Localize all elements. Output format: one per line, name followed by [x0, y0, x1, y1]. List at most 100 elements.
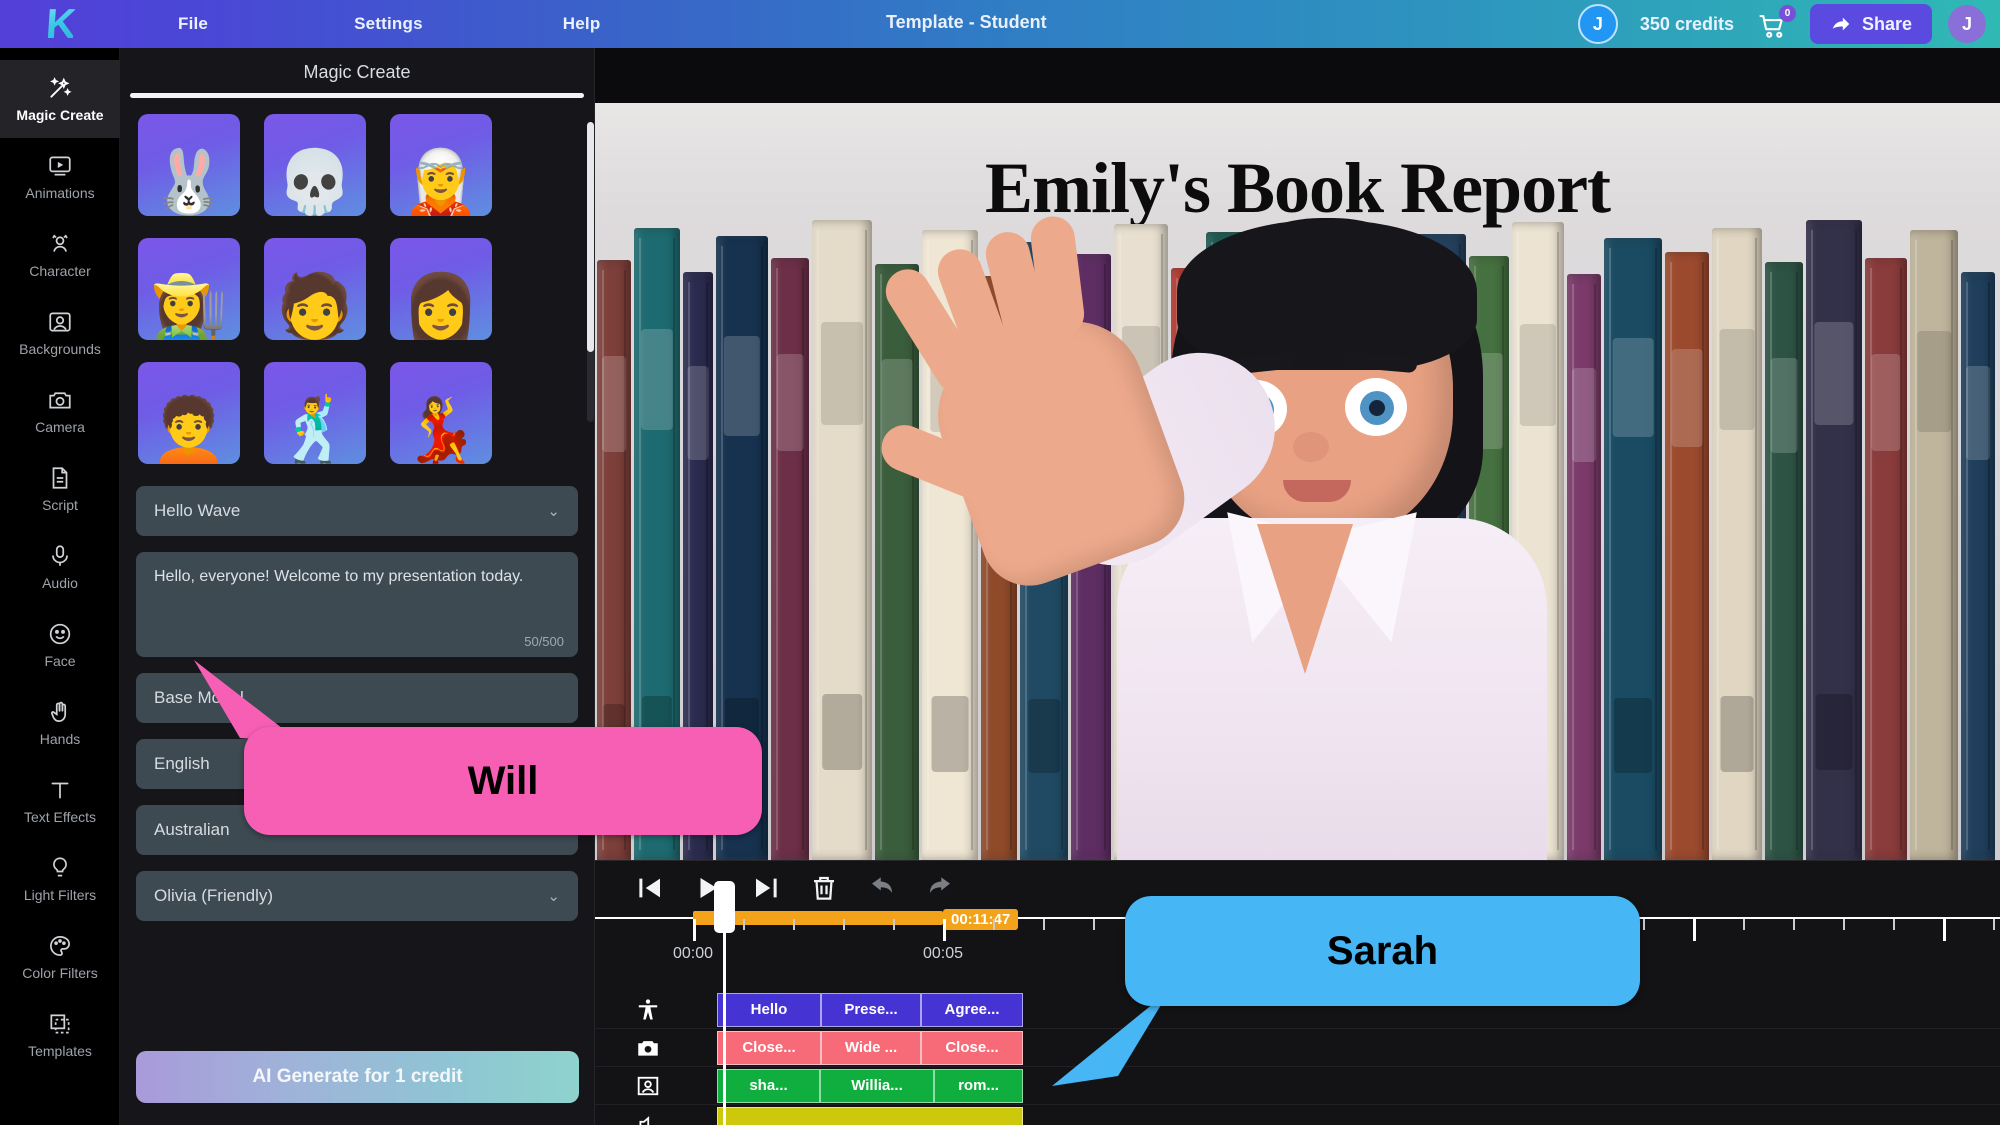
templates-icon	[50, 1014, 70, 1034]
sidebar-item-templates[interactable]: Templates	[0, 996, 120, 1074]
preview-stage: Emily's Book Report	[595, 48, 2000, 860]
sidebar-item-label: Light Filters	[23, 887, 97, 903]
thumbnail-scrollbar-thumb[interactable]	[587, 122, 594, 352]
thumb-elf-waving[interactable]: 🧝	[390, 114, 492, 216]
sidebar-item-label: Face	[44, 653, 76, 669]
camera-icon	[49, 392, 71, 409]
menu-settings[interactable]: Settings	[340, 8, 437, 40]
thumb-man-arms-crossed[interactable]: 🧑	[264, 238, 366, 340]
redo-button[interactable]	[925, 873, 955, 903]
app-header: K File Settings Help Template - Student …	[0, 0, 2000, 48]
skip-to-start-button[interactable]	[635, 873, 665, 903]
thumb-man-green[interactable]: 🕺	[264, 362, 366, 464]
avatar-character[interactable]	[874, 188, 1645, 860]
sidebar-item-camera[interactable]: Camera	[0, 372, 120, 450]
sidebar-item-label: Color Filters	[22, 965, 98, 981]
profile-avatar[interactable]: J	[1948, 5, 1986, 43]
panel-divider	[130, 93, 584, 98]
redo-arrow-icon	[930, 877, 950, 893]
sidebar-item-magic-create[interactable]: Magic Create	[0, 60, 120, 138]
thumb-woman-dancing[interactable]: 💃	[390, 362, 492, 464]
sidebar-item-label: Text Effects	[23, 809, 97, 825]
chevron-down-icon: ⌄	[547, 888, 560, 905]
thumb-figure: 💃	[402, 396, 480, 464]
menu-file[interactable]: File	[164, 8, 222, 40]
thumb-skeleton[interactable]: 💀	[264, 114, 366, 216]
skip-to-end-button[interactable]	[751, 873, 781, 903]
clip-item[interactable]: sha...	[717, 1068, 820, 1103]
sidebar-item-character[interactable]: Character	[0, 216, 120, 294]
clip-item[interactable]: Close...	[921, 1030, 1023, 1065]
clip-item[interactable]: Close...	[717, 1030, 821, 1065]
account-avatar[interactable]: J	[1577, 4, 1618, 44]
playhead[interactable]	[714, 881, 735, 1125]
clip-item[interactable]	[717, 1106, 1023, 1125]
clip-lane[interactable]: sha... Willia... rom...	[701, 1068, 2000, 1103]
header-right-group: J 350 credits 0 Share J	[1577, 0, 2000, 48]
playhead-handle[interactable]	[714, 881, 735, 933]
timeline-tracks: Hello Prese... Agree... Close... Wide ..…	[595, 991, 2000, 1125]
slide-preview[interactable]: Emily's Book Report	[595, 103, 2000, 860]
sidebar-item-animations[interactable]: Animations	[0, 138, 120, 216]
magic-wand-icon	[50, 77, 72, 98]
share-button-label: Share	[1861, 13, 1912, 34]
image-frame-icon	[49, 312, 71, 332]
sidebar-item-label: Character	[29, 263, 91, 279]
undo-arrow-icon	[872, 877, 892, 893]
camera-icon	[595, 1029, 701, 1067]
hand-icon	[51, 701, 67, 722]
left-tool-rail: Magic Create Animations Character Backgr…	[0, 48, 120, 1125]
sidebar-item-text-effects[interactable]: Text Effects	[0, 762, 120, 840]
clip-item[interactable]: Agree...	[921, 992, 1023, 1027]
clip-item[interactable]: Prese...	[821, 992, 921, 1027]
sidebar-item-color-filters[interactable]: Color Filters	[0, 918, 120, 996]
app-logo[interactable]: K	[0, 0, 120, 48]
thumb-bunny-costume[interactable]: 🐰	[138, 114, 240, 216]
avatar-nose	[1293, 432, 1329, 462]
script-input-value: Hello, everyone! Welcome to my presentat…	[154, 568, 524, 585]
menu-help[interactable]: Help	[549, 8, 615, 40]
accent-select-value: Australian	[154, 820, 230, 839]
thumbnail-grid: 🐰 💀 🧝 👩‍🌾 🧑 👩 🧑‍🦱 🕺 💃	[124, 114, 594, 464]
sidebar-item-audio[interactable]: Audio	[0, 528, 120, 606]
lightbulb-icon	[53, 857, 67, 877]
document-icon	[52, 467, 68, 489]
sidebar-item-label: Audio	[42, 575, 78, 591]
track-camera: Close... Wide ... Close...	[595, 1029, 2000, 1067]
document-title[interactable]: Template - Student	[886, 12, 1047, 33]
arrow-pointer-icon	[1052, 990, 1170, 1086]
thumb-straw-hat[interactable]: 👩‍🌾	[138, 238, 240, 340]
sidebar-item-script[interactable]: Script	[0, 450, 120, 528]
thumb-man-red[interactable]: 🧑‍🦱	[138, 362, 240, 464]
undo-button[interactable]	[867, 873, 897, 903]
sidebar-item-backgrounds[interactable]: Backgrounds	[0, 294, 120, 372]
callout-sarah: Sarah	[1125, 896, 1640, 1006]
account-avatar-initial: J	[1592, 13, 1603, 34]
clip-lane[interactable]	[701, 1106, 2000, 1125]
ruler-tick-label: 00:00	[672, 945, 714, 962]
clip-lane[interactable]: Close... Wide ... Close...	[701, 1030, 2000, 1065]
clip-item[interactable]: rom...	[934, 1068, 1023, 1103]
clip-item[interactable]: Hello	[717, 992, 821, 1027]
animation-select[interactable]: Hello Wave ⌄	[136, 486, 578, 536]
avatar-hair-front	[1177, 220, 1477, 370]
delete-button[interactable]	[809, 873, 839, 903]
avatar-eye-right	[1345, 378, 1407, 436]
cart-button[interactable]: 0	[1758, 5, 1796, 41]
callout-sarah-arrow	[1052, 990, 1182, 1100]
profile-avatar-initial: J	[1961, 13, 1972, 34]
sidebar-item-light-filters[interactable]: Light Filters	[0, 840, 120, 918]
sidebar-item-hands[interactable]: Hands	[0, 684, 120, 762]
sidebar-item-face[interactable]: Face	[0, 606, 120, 684]
thumb-figure: 🧑‍🦱	[150, 396, 228, 464]
script-input[interactable]: Hello, everyone! Welcome to my presentat…	[136, 552, 578, 657]
thumb-figure: 🧝	[402, 148, 480, 216]
clip-item[interactable]: Wide ...	[821, 1030, 921, 1065]
ai-generate-button[interactable]: AI Generate for 1 credit	[136, 1051, 579, 1103]
voice-select[interactable]: Olivia (Friendly) ⌄	[136, 871, 578, 921]
thumb-figure: 🐰	[150, 148, 228, 216]
share-button[interactable]: Share	[1809, 4, 1932, 44]
clip-item[interactable]: Willia...	[820, 1068, 934, 1103]
people-icon	[52, 234, 68, 252]
thumb-woman-arms-crossed[interactable]: 👩	[390, 238, 492, 340]
